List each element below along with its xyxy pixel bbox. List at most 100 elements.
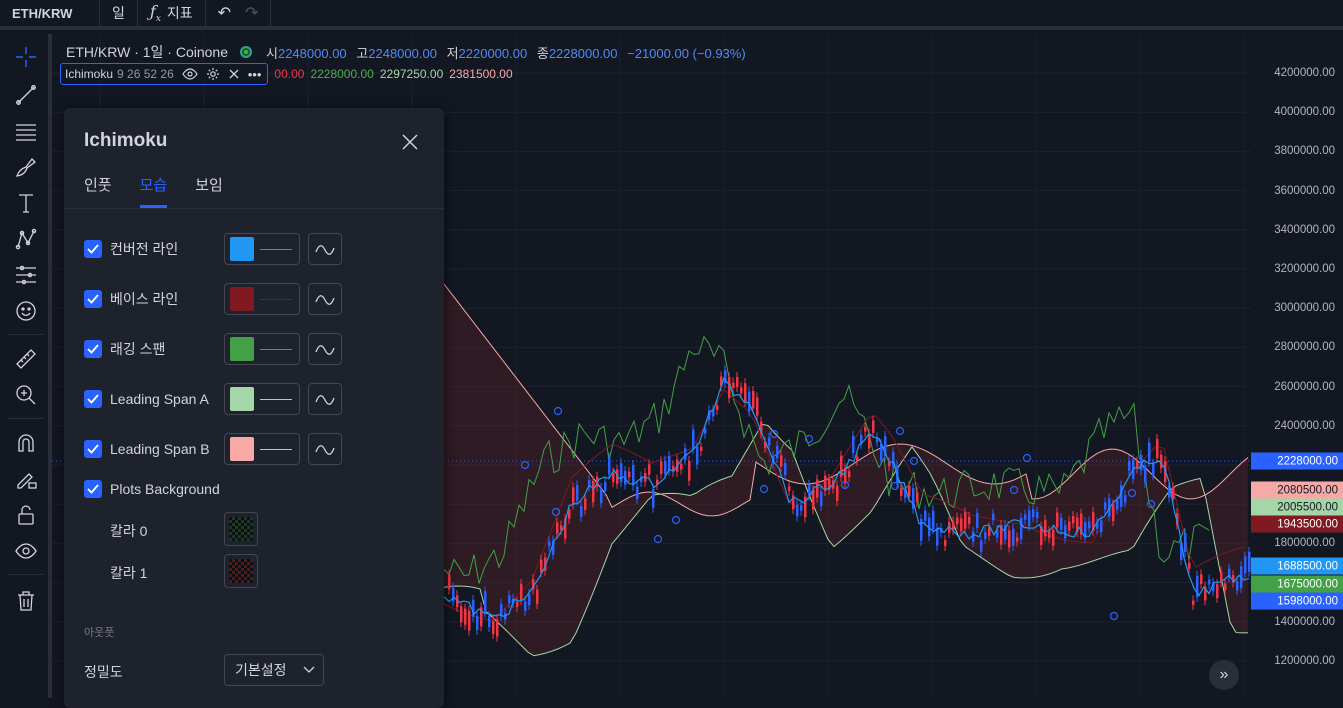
hide-tool[interactable] (0, 534, 52, 568)
candle-body (900, 487, 903, 496)
indicators-label: 지표 (166, 5, 193, 21)
indicators-button[interactable]: ƒx 지표 (138, 0, 206, 28)
candle-body (776, 446, 779, 459)
line-label: 베이스 라인 (110, 291, 179, 307)
color1-swatch-button[interactable] (224, 554, 258, 588)
remove-tool[interactable] (0, 584, 52, 618)
trendline-tool[interactable] (0, 78, 52, 112)
zoom-tool[interactable] (0, 378, 52, 412)
scroll-to-realtime-button[interactable]: » (1209, 660, 1239, 690)
line-color-button[interactable] (224, 333, 300, 365)
line-color-button[interactable] (224, 283, 300, 315)
lock-icon (18, 505, 34, 525)
candle-body (924, 510, 927, 521)
line-visible-checkbox[interactable] (84, 340, 102, 358)
brush-icon (16, 158, 36, 177)
crosshair-tool[interactable] (0, 40, 52, 74)
settings-gear-icon[interactable] (206, 67, 220, 81)
candle-body (1184, 533, 1187, 553)
plot-style-button[interactable] (308, 433, 342, 465)
candle-body (592, 480, 595, 503)
line-visible-checkbox[interactable] (84, 390, 102, 408)
measure-tool[interactable] (0, 342, 52, 376)
indicator-legend-item[interactable]: Ichimoku 9 26 52 26 ••• (60, 63, 269, 85)
candle-body (540, 559, 543, 573)
crosshair-icon (16, 47, 36, 67)
wave-icon (315, 445, 335, 455)
lock-drawing-tool[interactable] (0, 462, 52, 496)
candle-body (632, 465, 635, 486)
plot-style-button[interactable] (308, 233, 342, 265)
chevron-down-icon (303, 666, 315, 673)
redo-icon[interactable]: ↷ (245, 3, 258, 23)
eye-icon[interactable] (182, 68, 198, 80)
fib-tool[interactable] (0, 114, 52, 148)
price-tag: 1675000.00 (1251, 575, 1343, 593)
candle-body (692, 429, 695, 449)
line-color-button[interactable] (224, 383, 300, 415)
candle-body (680, 463, 683, 470)
price-tag: 2080500.00 (1251, 481, 1343, 499)
candle-body (1060, 517, 1063, 530)
emoji-tool[interactable] (0, 294, 52, 328)
tab-style[interactable]: 모습 (139, 174, 167, 208)
line-setting-row: Leading Span A (84, 383, 342, 415)
price-axis-label: 3600000.00 (1274, 184, 1335, 197)
plots-background-checkbox[interactable] (84, 480, 102, 498)
trash-icon (18, 591, 34, 611)
color0-swatch-button[interactable] (224, 512, 258, 546)
precision-select[interactable]: 기본설정 (224, 654, 324, 686)
candle-body (1052, 529, 1055, 546)
magnet-tool[interactable] (0, 426, 52, 460)
candle-body (732, 382, 735, 389)
candle-body (800, 505, 803, 511)
more-dots-icon[interactable]: ••• (248, 67, 262, 82)
line-color-button[interactable] (224, 433, 300, 465)
cross-marker (1022, 453, 1032, 463)
dialog-tabs: 인풋 모습 보임 (84, 174, 223, 208)
line-visible-checkbox[interactable] (84, 240, 102, 258)
line-visible-checkbox[interactable] (84, 290, 102, 308)
candle-body (988, 527, 991, 536)
candle-body (520, 584, 523, 600)
brush-tool[interactable] (0, 150, 52, 184)
undo-icon[interactable]: ↶ (218, 3, 231, 23)
plot-style-button[interactable] (308, 333, 342, 365)
candle-body (500, 603, 503, 617)
candle-body (916, 492, 919, 502)
symbol-search-button[interactable]: ETH/KRW (0, 0, 100, 28)
remove-close-icon[interactable] (228, 68, 240, 80)
candle-body (668, 456, 671, 471)
candle-body (536, 589, 539, 604)
symbol-legend: ETH/KRW · 1일 · Coinone 시2248000.00 고2248… (66, 42, 746, 62)
cross-marker (1109, 611, 1119, 621)
price-axis-label: 3200000.00 (1274, 263, 1335, 275)
line-setting-row: 베이스 라인 (84, 283, 342, 315)
candle-body (1208, 579, 1211, 585)
price-axis-label: 2800000.00 (1274, 341, 1335, 354)
candle-body (932, 510, 935, 530)
tab-inputs[interactable]: 인풋 (84, 174, 112, 208)
candle-body (712, 409, 715, 417)
lock-tool[interactable] (0, 498, 52, 532)
precision-label: 정밀도 (84, 664, 123, 680)
tab-visibility[interactable]: 보임 (195, 174, 223, 208)
price-axis[interactable]: 4200000.00 4000000.00 3800000.00 3600000.00… (1251, 34, 1343, 698)
text-icon (19, 194, 33, 213)
candle-body (980, 540, 983, 552)
market-status-icon (240, 46, 252, 58)
plot-style-button[interactable] (308, 283, 342, 315)
text-tool[interactable] (0, 186, 52, 220)
forecast-tool[interactable] (0, 258, 52, 292)
ruler-icon (16, 349, 36, 369)
candle-body (748, 391, 751, 412)
line-color-button[interactable] (224, 233, 300, 265)
pattern-tool[interactable] (0, 222, 52, 256)
candle-body (1236, 581, 1239, 591)
interval-button[interactable]: 일 (100, 0, 138, 28)
candle-body (952, 521, 955, 531)
line-visible-checkbox[interactable] (84, 440, 102, 458)
close-icon[interactable] (398, 130, 422, 154)
plot-style-button[interactable] (308, 383, 342, 415)
fib-lines-icon (16, 124, 36, 141)
